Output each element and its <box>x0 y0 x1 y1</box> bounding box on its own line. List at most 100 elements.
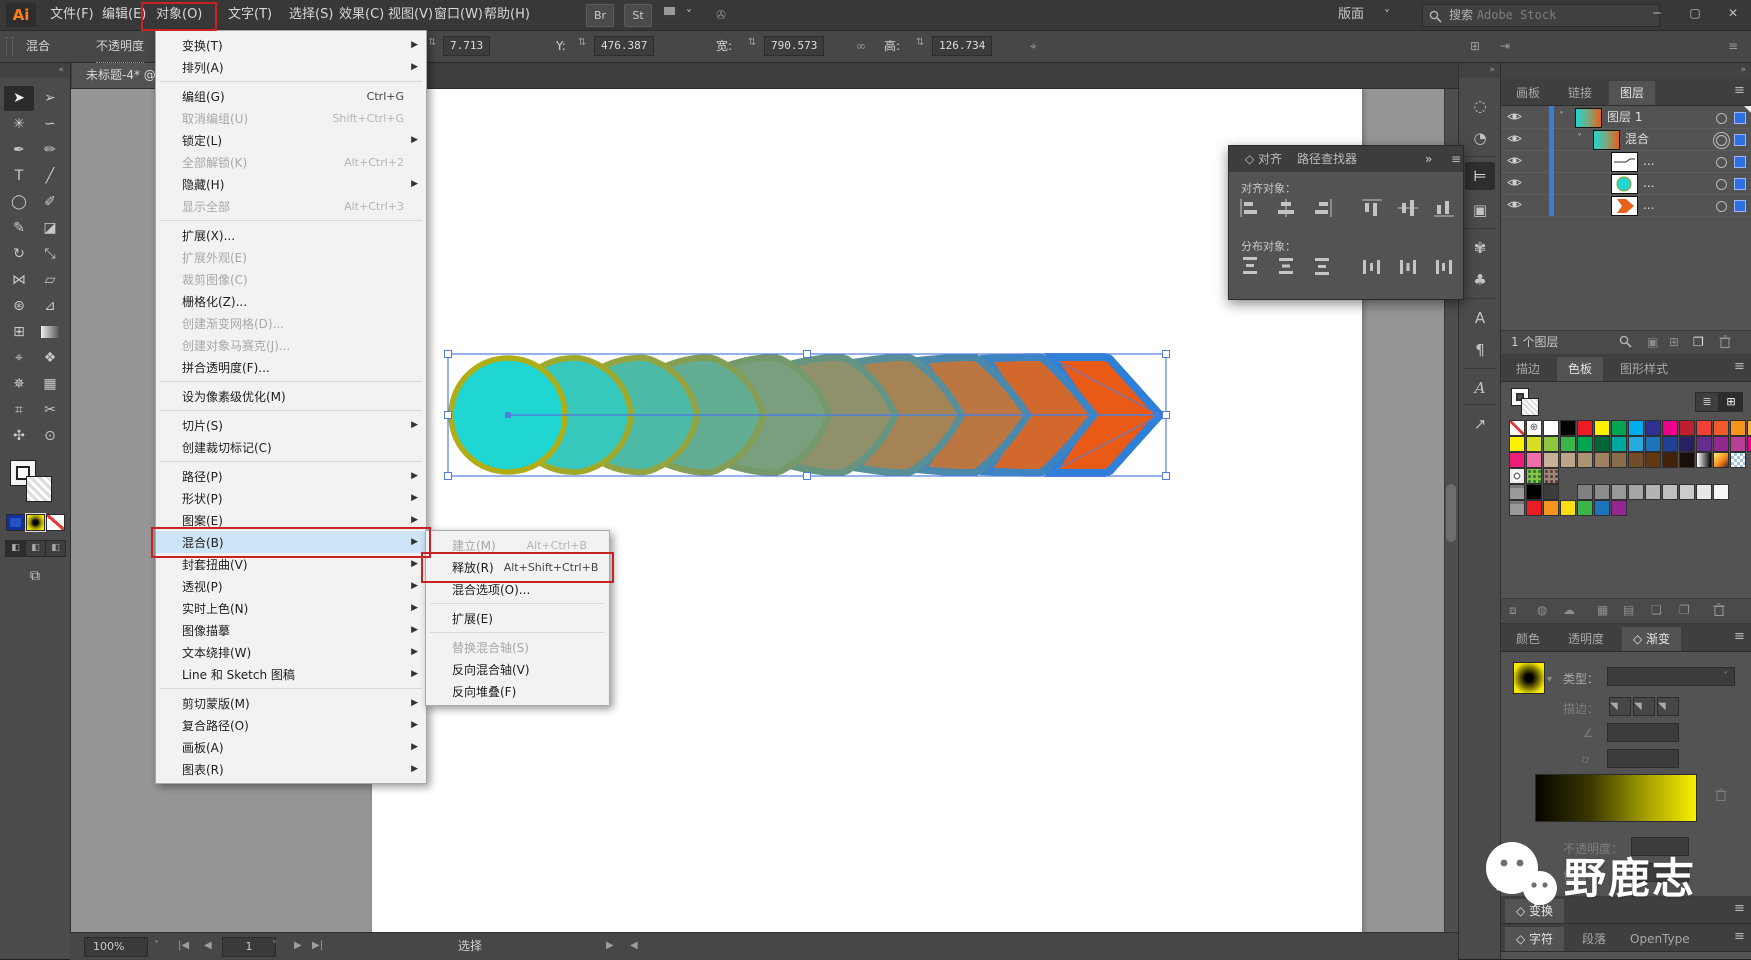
layer-target-icon[interactable] <box>1716 201 1727 212</box>
tab-描边[interactable]: 描边 <box>1505 357 1551 381</box>
swatch[interactable] <box>1611 436 1627 452</box>
opacity-link[interactable]: 不透明度 <box>96 30 144 63</box>
eraser-tool[interactable]: ◪ <box>35 216 65 241</box>
spine-anchor-point[interactable] <box>505 412 511 418</box>
swatch[interactable] <box>1713 420 1729 436</box>
expand-chevron-icon[interactable]: ˅ <box>1577 128 1582 150</box>
align-right-icon[interactable] <box>1311 198 1337 222</box>
align-panel-menu-icon[interactable]: ≡ <box>1441 146 1471 172</box>
object-menu-item-5[interactable]: 锁定(L)▶ <box>156 129 426 151</box>
swatch[interactable] <box>1594 420 1610 436</box>
object-menu-item-32[interactable]: 图表(R)▶ <box>156 758 426 780</box>
object-menu-item-1[interactable]: 变换(T)▶ <box>156 34 426 56</box>
object-menu-item-9[interactable]: 扩展(X)... <box>156 224 426 246</box>
swatch-options-icon[interactable]: ▤ <box>1623 603 1634 617</box>
minimize-button[interactable]: ─ <box>1639 0 1675 26</box>
swatch[interactable] <box>1662 452 1678 468</box>
screen-mode-button[interactable]: ⧉ <box>20 564 50 589</box>
align-bottom-icon[interactable] <box>1433 198 1459 222</box>
swatch[interactable] <box>1662 420 1678 436</box>
swatch[interactable] <box>1747 420 1751 436</box>
swatch[interactable] <box>1577 420 1593 436</box>
swatch[interactable] <box>1679 420 1695 436</box>
swatch[interactable] <box>1594 452 1610 468</box>
direct-selection-tool[interactable]: ➢ <box>35 86 65 111</box>
blend-submenu-item-7[interactable]: 反向堆叠(F) <box>426 680 609 702</box>
align-left-icon[interactable] <box>1239 198 1265 222</box>
swatch[interactable] <box>1730 452 1746 468</box>
stock-button[interactable]: St <box>624 4 652 27</box>
first-artboard-icon[interactable]: |◀ <box>178 937 189 955</box>
object-menu-item-28[interactable]: Line 和 Sketch 图稿▶ <box>156 663 426 685</box>
swatch[interactable] <box>1543 452 1559 468</box>
swatch[interactable] <box>1662 436 1678 452</box>
distribute-left-icon[interactable] <box>1361 256 1387 280</box>
gradient-type-select[interactable] <box>1607 667 1735 686</box>
swatch-fill-proxy[interactable] <box>1521 398 1539 416</box>
distribute-center-icon[interactable] <box>1397 256 1423 280</box>
swatch[interactable] <box>1560 420 1576 436</box>
swatch[interactable] <box>1577 452 1593 468</box>
artboard-tool[interactable]: ⌗ <box>4 398 34 423</box>
tab-颜色[interactable]: 颜色 <box>1505 627 1551 651</box>
swatch[interactable] <box>1577 500 1593 516</box>
swatch[interactable] <box>1509 452 1525 468</box>
mesh-tool[interactable]: ⊞ <box>4 320 34 345</box>
bridge-button[interactable]: Br <box>586 4 614 27</box>
panel-collapse-icon[interactable]: » <box>1415 146 1442 172</box>
align-panel-tab-2[interactable]: 路径查找器 <box>1287 146 1367 172</box>
tab-OpenType[interactable]: OpenType <box>1619 927 1701 951</box>
visibility-eye-icon[interactable] <box>1507 111 1522 125</box>
layer-target-icon[interactable] <box>1716 135 1727 146</box>
swatch-libraries-icon[interactable]: ⧈ <box>1509 603 1517 618</box>
swatch[interactable] <box>1543 468 1559 484</box>
slice-tool[interactable]: ✂ <box>35 398 65 423</box>
swatch[interactable] <box>1560 500 1576 516</box>
selection-handle[interactable] <box>804 473 811 480</box>
layer-selected-indicator[interactable] <box>1734 200 1746 212</box>
swatch[interactable] <box>1611 500 1627 516</box>
swatch[interactable] <box>1696 484 1712 500</box>
zoom-level-select[interactable]: 100% <box>84 937 148 957</box>
layer-row-2[interactable]: ˅ 混合 <box>1501 128 1751 151</box>
distribute-bottom-icon[interactable] <box>1311 256 1337 280</box>
fill-proxy[interactable] <box>26 476 52 502</box>
swatch[interactable] <box>1509 468 1525 484</box>
swatch[interactable] <box>1696 420 1712 436</box>
export-icon[interactable]: ↗ <box>1465 410 1495 438</box>
artboard-number-field[interactable]: 1 <box>222 937 276 957</box>
width-value[interactable]: 790.573 <box>764 36 824 56</box>
controlbar-menu-icon[interactable]: ≡ <box>1728 30 1738 62</box>
swatch[interactable] <box>1560 436 1576 452</box>
symbols-icon[interactable]: ♣ <box>1465 266 1495 294</box>
swatch[interactable] <box>1594 436 1610 452</box>
swatch[interactable] <box>1628 436 1644 452</box>
new-sublayer-icon[interactable]: ⊞ <box>1669 335 1679 349</box>
layer-thumbnail[interactable] <box>1611 152 1638 172</box>
height-stepper[interactable]: ⇅ <box>916 37 924 48</box>
expand-chevron-icon[interactable]: ˅ <box>1559 106 1564 128</box>
swatch[interactable] <box>1509 436 1525 452</box>
x-stepper[interactable]: ⇅ <box>428 37 436 48</box>
object-menu-item-2[interactable]: 排列(A)▶ <box>156 56 426 78</box>
swatch[interactable] <box>1526 436 1542 452</box>
layer-name[interactable]: 混合 <box>1625 128 1649 150</box>
swatch-kinds-icon[interactable]: ▦ <box>1597 603 1608 617</box>
registration-swatch[interactable]: ⊕ <box>1526 420 1542 436</box>
menubar-item-4[interactable]: 文字(T) <box>218 0 282 30</box>
swatch[interactable] <box>1628 484 1644 500</box>
panel-dock-icon[interactable]: ⇥ <box>1500 30 1510 62</box>
swatch[interactable] <box>1713 436 1729 452</box>
gradient-slider-bar[interactable] <box>1535 774 1697 822</box>
artboard-chevron-icon[interactable]: ˅ <box>272 937 277 955</box>
gradient-type-chevron-icon[interactable]: ˅ <box>1723 671 1728 682</box>
ellipse-tool[interactable]: ◯ <box>4 190 34 215</box>
eyedropper-tool[interactable]: ⌖ <box>4 346 34 371</box>
draw-behind-mode[interactable]: ◧ <box>25 540 46 557</box>
layer-name[interactable]: ... <box>1643 150 1654 172</box>
layer-row-3[interactable]: ... <box>1501 150 1751 173</box>
selection-handle[interactable] <box>445 351 452 358</box>
swatch[interactable] <box>1696 452 1712 468</box>
delete-layer-icon[interactable] <box>1719 335 1731 351</box>
pathfinder-icon[interactable]: ▣ <box>1465 196 1495 224</box>
